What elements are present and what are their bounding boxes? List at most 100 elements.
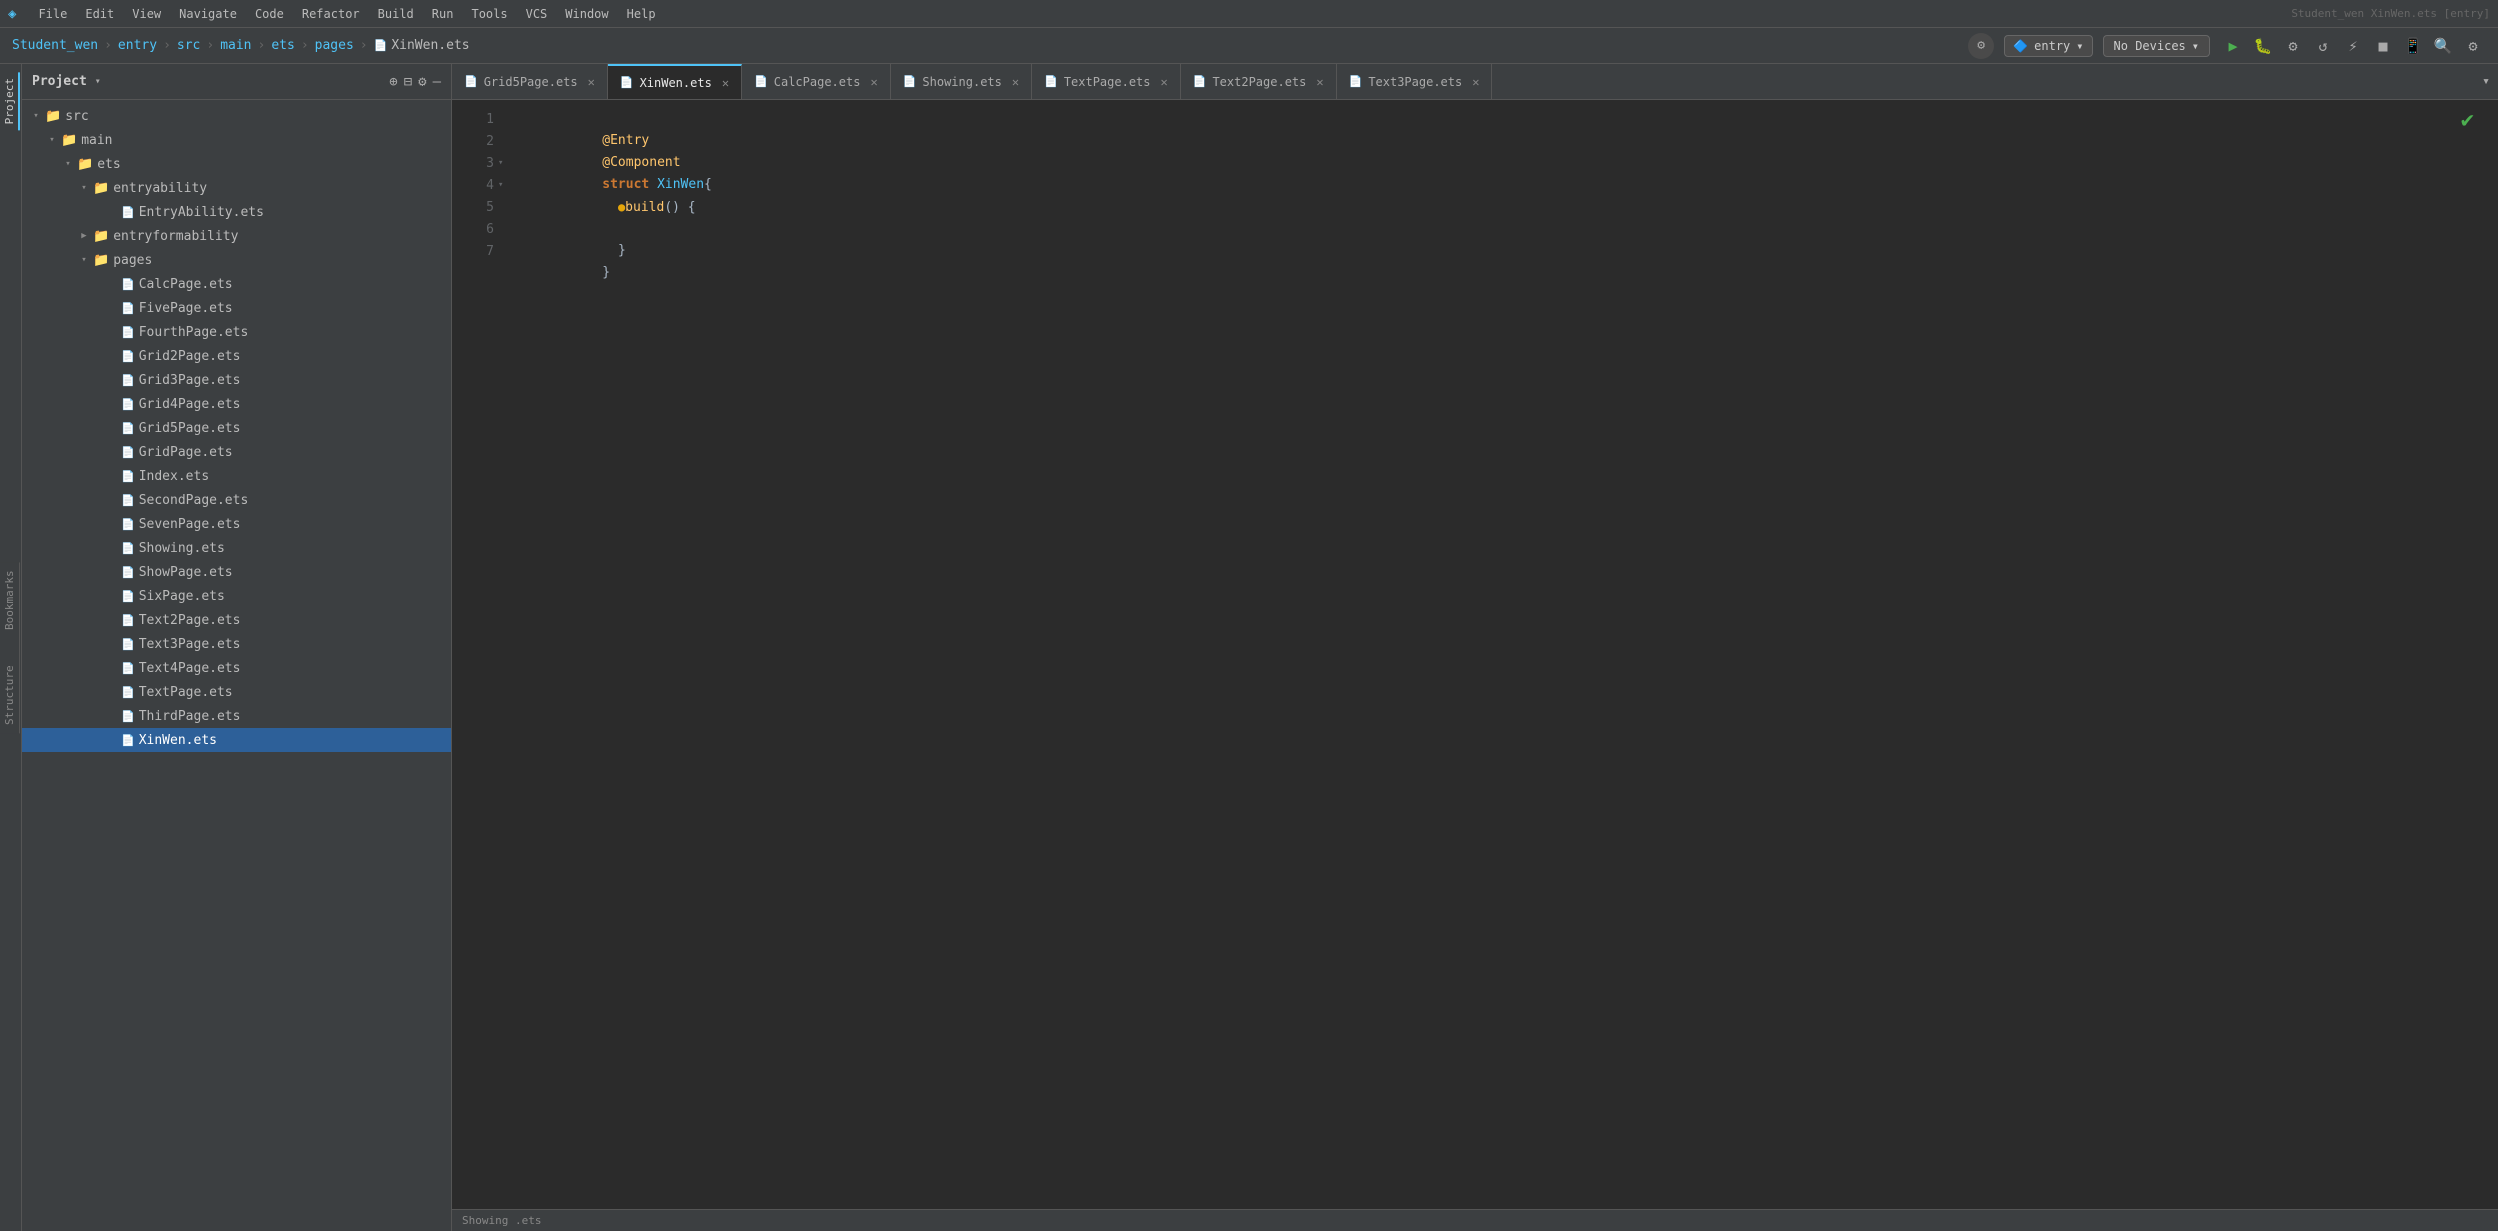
menu-build[interactable]: Build [378,7,414,21]
entry-dropdown[interactable]: 🔷 entry ▾ [2004,35,2092,57]
minimize-icon[interactable]: — [433,74,441,90]
tree-arrow-entryformability[interactable]: ▶ [78,231,90,241]
hot-reload-button[interactable]: ⚡ [2340,33,2366,59]
tab-close-text3page[interactable]: ✕ [1472,75,1479,89]
settings-gear-button[interactable]: ⚙ [1968,33,1994,59]
tab-label-calcpage: CalcPage.ets [774,75,861,89]
file-tree[interactable]: ▾ 📁 src ▾ 📁 main ▾ 📁 ets ▾ [22,100,451,1231]
tree-item-xinwen[interactable]: ▶ 📄 XinWen.ets [22,728,451,752]
tree-item-grid3page[interactable]: ▶ 📄 Grid3Page.ets [22,368,451,392]
menu-tools[interactable]: Tools [471,7,507,21]
tree-item-fivepage[interactable]: ▶ 📄 FivePage.ets [22,296,451,320]
tab-label-text2page: Text2Page.ets [1212,75,1306,89]
tree-label-calcpage: CalcPage.ets [139,277,233,292]
fold-btn-4[interactable]: ▾ [498,180,510,190]
menu-code[interactable]: Code [255,7,284,21]
tree-item-entryability-ets[interactable]: ▶ 📄 EntryAbility.ets [22,200,451,224]
menu-view[interactable]: View [132,7,161,21]
run-button[interactable]: ▶ [2220,33,2246,59]
breadcrumb-item-project[interactable]: Student_wen [12,38,98,53]
tree-item-grid4page[interactable]: ▶ 📄 Grid4Page.ets [22,392,451,416]
type-xinwen: XinWen [657,177,704,192]
tree-item-showpage[interactable]: ▶ 📄 ShowPage.ets [22,560,451,584]
breadcrumb-item-pages[interactable]: pages [315,38,354,53]
tab-grid5page[interactable]: 📄 Grid5Page.ets ✕ [452,64,608,99]
device-manager-button[interactable]: 📱 [2400,33,2426,59]
tree-item-src[interactable]: ▾ 📁 src [22,104,451,128]
structure-label[interactable]: Structure [1,658,18,734]
search-button[interactable]: 🔍 [2430,33,2456,59]
tree-item-text4page[interactable]: ▶ 📄 Text4Page.ets [22,656,451,680]
tree-item-index[interactable]: ▶ 📄 Index.ets [22,464,451,488]
stop-button[interactable]: ■ [2370,33,2396,59]
global-settings-button[interactable]: ⚙ [2460,33,2486,59]
reload-button[interactable]: ↺ [2310,33,2336,59]
tab-close-xinwen[interactable]: ✕ [722,76,729,90]
add-icon[interactable]: ⊕ [389,74,397,90]
collapse-icon[interactable]: ⊟ [404,74,412,90]
menu-window[interactable]: Window [565,7,608,21]
tree-item-main[interactable]: ▾ 📁 main [22,128,451,152]
tree-item-grid2page[interactable]: ▶ 📄 Grid2Page.ets [22,344,451,368]
menu-navigate[interactable]: Navigate [179,7,237,21]
tab-text3page[interactable]: 📄 Text3Page.ets ✕ [1337,64,1493,99]
tab-close-calcpage[interactable]: ✕ [870,75,877,89]
profile-button[interactable]: ⚙ [2280,33,2306,59]
tree-item-sixpage[interactable]: ▶ 📄 SixPage.ets [22,584,451,608]
tree-arrow-pages[interactable]: ▾ [78,255,90,265]
menu-file[interactable]: File [38,7,67,21]
tab-close-showing[interactable]: ✕ [1012,75,1019,89]
tab-close-grid5page[interactable]: ✕ [588,75,595,89]
code-line-1: @Entry [516,108,2498,130]
tree-arrow-main[interactable]: ▾ [46,135,58,145]
tree-arrow-entryability[interactable]: ▾ [78,183,90,193]
code-editor[interactable]: @Entry @Component struct XinWen{ ●build(… [516,100,2498,1209]
tree-item-secondpage[interactable]: ▶ 📄 SecondPage.ets [22,488,451,512]
sidebar-tab-project[interactable]: Project [1,72,20,130]
breadcrumb-item-src[interactable]: src [177,38,200,53]
tree-arrow-src[interactable]: ▾ [30,111,42,121]
tab-text2page[interactable]: 📄 Text2Page.ets ✕ [1181,64,1337,99]
tree-arrow-ets[interactable]: ▾ [62,159,74,169]
fold-btn-3[interactable]: ▾ [498,158,510,168]
breadcrumb-bar: Student_wen › entry › src › main › ets ›… [0,28,2498,64]
tree-item-grid5page[interactable]: ▶ 📄 Grid5Page.ets [22,416,451,440]
file-icon-grid2page: 📄 [121,350,135,363]
project-dropdown-icon[interactable]: ▾ [95,76,101,87]
tabs-more-button[interactable]: ▾ [2474,64,2498,99]
tree-item-gridpage[interactable]: ▶ 📄 GridPage.ets [22,440,451,464]
gear-icon[interactable]: ⚙ [418,74,426,90]
breadcrumb-item-entry[interactable]: entry [118,38,157,53]
menu-help[interactable]: Help [627,7,656,21]
tab-textpage[interactable]: 📄 TextPage.ets ✕ [1032,64,1181,99]
tree-item-showing[interactable]: ▶ 📄 Showing.ets [22,536,451,560]
tree-item-entryformability[interactable]: ▶ 📁 entryformability [22,224,451,248]
bookmarks-label[interactable]: Bookmarks [1,562,18,638]
tree-item-sevenpage[interactable]: ▶ 📄 SevenPage.ets [22,512,451,536]
tab-close-text2page[interactable]: ✕ [1316,75,1323,89]
tree-item-calcpage[interactable]: ▶ 📄 CalcPage.ets [22,272,451,296]
no-devices-dropdown[interactable]: No Devices ▾ [2103,35,2210,57]
menu-edit[interactable]: Edit [85,7,114,21]
debug-button[interactable]: 🐛 [2250,33,2276,59]
tree-item-thirdpage[interactable]: ▶ 📄 ThirdPage.ets [22,704,451,728]
menu-run[interactable]: Run [432,7,454,21]
breadcrumb-item-ets[interactable]: ets [271,38,294,53]
tree-item-textpage[interactable]: ▶ 📄 TextPage.ets [22,680,451,704]
tree-item-pages[interactable]: ▾ 📁 pages [22,248,451,272]
tree-item-fourthpage[interactable]: ▶ 📄 FourthPage.ets [22,320,451,344]
menu-vcs[interactable]: VCS [526,7,548,21]
tab-calcpage[interactable]: 📄 CalcPage.ets ✕ [742,64,891,99]
tree-item-text2page[interactable]: ▶ 📄 Text2Page.ets [22,608,451,632]
tree-item-text3page[interactable]: ▶ 📄 Text3Page.ets [22,632,451,656]
menu-refactor[interactable]: Refactor [302,7,360,21]
tab-close-textpage[interactable]: ✕ [1161,75,1168,89]
tab-showing[interactable]: 📄 Showing.ets ✕ [891,64,1032,99]
tree-label-gridpage: GridPage.ets [139,445,233,460]
tab-icon-grid5page: 📄 [464,75,478,88]
tab-xinwen[interactable]: 📄 XinWen.ets ✕ [608,64,742,99]
tree-item-entryability[interactable]: ▾ 📁 entryability [22,176,451,200]
breadcrumb-item-main[interactable]: main [220,38,251,53]
tree-item-ets[interactable]: ▾ 📁 ets [22,152,451,176]
line-number-1: 1 [466,112,494,127]
